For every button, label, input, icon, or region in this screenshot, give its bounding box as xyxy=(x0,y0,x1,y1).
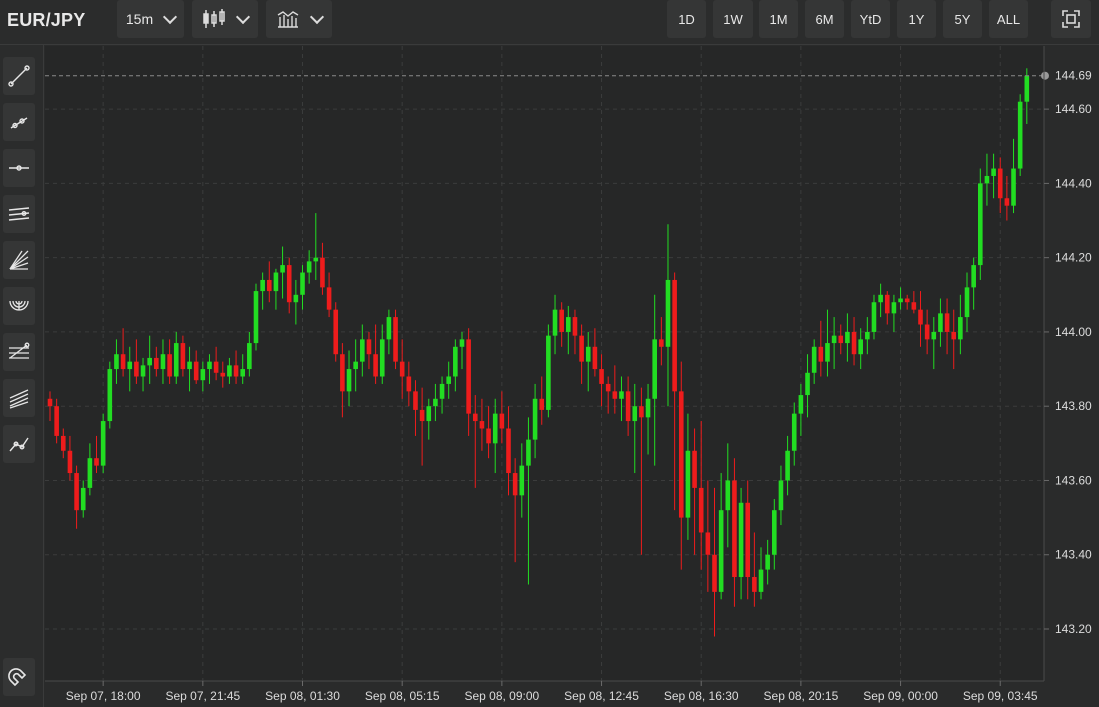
time-tick-label: Sep 08, 09:00 xyxy=(464,689,539,703)
drawing-tools-sidebar xyxy=(0,45,44,707)
symbol-label[interactable]: EUR/JPY xyxy=(7,10,85,31)
chevron-down-icon xyxy=(163,9,178,24)
range-1m-button[interactable]: 1M xyxy=(759,0,798,38)
time-tick-label: Sep 08, 05:15 xyxy=(365,689,440,703)
polyline-icon xyxy=(9,437,29,452)
range-5y-button[interactable]: 5Y xyxy=(943,0,982,38)
indicators-dropdown[interactable] xyxy=(266,0,332,38)
chart-type-dropdown[interactable] xyxy=(192,0,258,38)
candlestick-chart: 144.69 143.20 143.40 143.60 143.80 144.00 144… xyxy=(45,46,1092,703)
interval-label: 15m xyxy=(125,11,154,27)
chevron-down-icon xyxy=(309,9,325,24)
last-price-label: 144.69 xyxy=(1055,69,1092,83)
range-all-button[interactable]: ALL xyxy=(989,0,1028,38)
ray-icon xyxy=(10,117,28,129)
range-1d-button[interactable]: 1D xyxy=(667,0,706,38)
tool-trend-line[interactable] xyxy=(3,57,35,95)
tool-parallel-channel[interactable] xyxy=(3,195,35,233)
tool-fibonacci-arcs[interactable] xyxy=(3,287,35,325)
range-6m-button[interactable]: 6M xyxy=(805,0,844,38)
trend-line-icon xyxy=(8,65,30,87)
tool-pitchfork[interactable] xyxy=(3,379,35,417)
tool-polyline[interactable] xyxy=(3,425,35,463)
time-tick-label: Sep 08, 01:30 xyxy=(265,689,340,703)
time-tick-label: Sep 08, 12:45 xyxy=(564,689,639,703)
indicators-icon xyxy=(277,11,299,28)
price-tick-label: 144.20 xyxy=(1055,251,1092,265)
tool-fibonacci-fan[interactable] xyxy=(3,241,35,279)
time-tick-label: Sep 09, 03:45 xyxy=(963,689,1038,703)
pitchfork-icon xyxy=(9,389,29,409)
fibonacci-arcs-icon xyxy=(9,300,29,311)
tool-magnet[interactable] xyxy=(3,658,35,696)
price-tick-label: 144.60 xyxy=(1055,102,1092,116)
fullscreen-button[interactable] xyxy=(1051,0,1091,38)
price-tick-label: 143.60 xyxy=(1055,473,1092,487)
range-1w-button[interactable]: 1W xyxy=(713,0,753,38)
range-1y-button[interactable]: 1Y xyxy=(897,0,936,38)
fibonacci-retracement-icon xyxy=(9,342,30,359)
time-tick-label: Sep 07, 21:45 xyxy=(165,689,240,703)
parallel-channel-icon xyxy=(8,207,30,221)
candlestick-icon xyxy=(203,9,225,28)
tool-ray[interactable] xyxy=(3,103,35,141)
price-tick-label: 143.80 xyxy=(1055,399,1092,413)
chevron-down-icon xyxy=(235,9,251,24)
price-tick-label: 144.00 xyxy=(1055,325,1092,339)
time-tick-label: Sep 08, 16:30 xyxy=(664,689,739,703)
price-tick-label: 143.40 xyxy=(1055,548,1092,562)
price-tick-label: 144.40 xyxy=(1055,176,1092,190)
price-tick-label: 143.20 xyxy=(1055,622,1092,636)
time-axis: Sep 07, 18:00 Sep 07, 21:45 Sep 08, 01:30 S… xyxy=(45,680,1044,703)
chart-toolbar: EUR/JPY 15m 1D 1W 1M 6M YtD 1Y 5Y ALL xyxy=(0,0,1099,45)
fullscreen-icon xyxy=(1062,10,1080,28)
tool-horizontal-line[interactable] xyxy=(3,149,35,187)
magnet-icon xyxy=(8,668,27,687)
plot-area[interactable] xyxy=(45,46,1044,681)
time-tick-label: Sep 07, 18:00 xyxy=(66,689,141,703)
fibonacci-fan-icon xyxy=(9,250,29,270)
horizontal-line-icon xyxy=(9,165,29,171)
interval-dropdown[interactable]: 15m xyxy=(117,0,184,38)
time-tick-label: Sep 08, 20:15 xyxy=(764,689,839,703)
price-axis: 143.20 143.40 143.60 143.80 144.00 144.20 144.… xyxy=(1043,46,1092,681)
range-ytd-button[interactable]: YtD xyxy=(851,0,890,38)
tool-fibonacci-retracement[interactable] xyxy=(3,333,35,371)
time-tick-label: Sep 09, 00:00 xyxy=(863,689,938,703)
